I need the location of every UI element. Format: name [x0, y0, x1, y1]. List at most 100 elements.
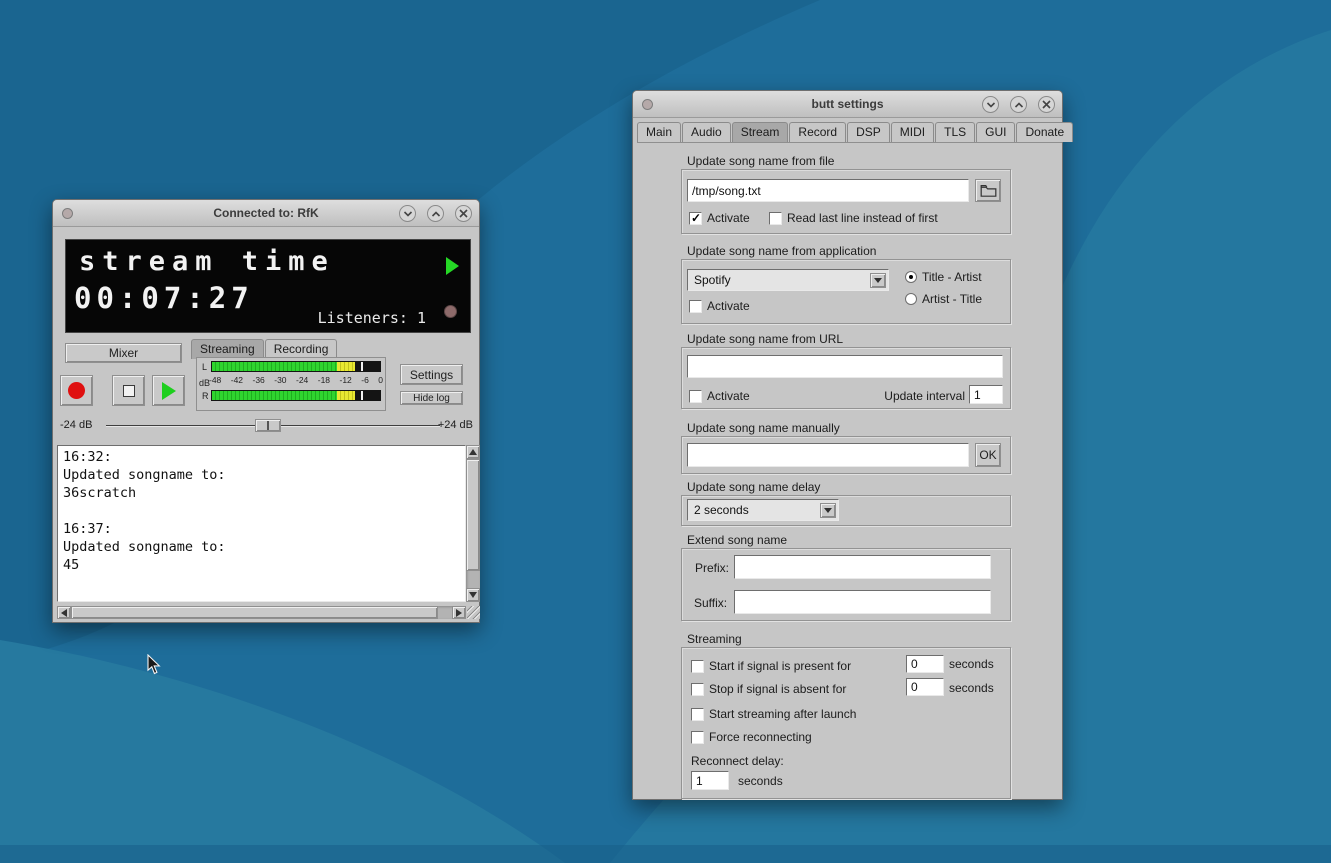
suffix-input[interactable]	[734, 590, 991, 614]
delay-select-dropdown[interactable]: 2 seconds	[687, 499, 839, 521]
settings-button[interactable]: Settings	[400, 364, 463, 385]
scroll-left-button[interactable]	[57, 606, 71, 619]
lcd-display: stream time 00:07:27 Listeners: 1	[65, 239, 471, 333]
triangle-left-icon	[61, 609, 67, 617]
group-streaming: Streaming Start if signal is present for…	[681, 647, 1011, 799]
tab-label: Stream	[741, 125, 780, 139]
play-icon	[162, 382, 176, 400]
chevron-down-icon	[403, 210, 413, 218]
tab-stream[interactable]: Stream	[732, 122, 789, 142]
resize-grip[interactable]	[467, 606, 480, 619]
close-button[interactable]	[1038, 96, 1055, 113]
tab-label: GUI	[985, 125, 1006, 139]
tab-recording[interactable]: Recording	[265, 339, 338, 359]
tab-streaming[interactable]: Streaming	[191, 339, 264, 359]
tab-main[interactable]: Main	[637, 122, 681, 142]
mixer-button[interactable]: Mixer	[65, 343, 182, 363]
manual-ok-button[interactable]: OK	[975, 443, 1001, 467]
app-select-dropdown[interactable]: Spotify	[687, 269, 889, 291]
tab-audio[interactable]: Audio	[682, 122, 731, 142]
read-last-line-checkbox[interactable]: Read last line instead of first	[769, 211, 938, 225]
shade-button[interactable]	[982, 96, 999, 113]
stop-button[interactable]	[112, 375, 145, 406]
vu-tick: -12	[340, 375, 352, 385]
force-reconnect-checkbox[interactable]: Force reconnecting	[691, 730, 812, 744]
scroll-up-button[interactable]	[466, 445, 480, 459]
reconnect-delay-input[interactable]	[691, 771, 729, 790]
update-interval-label: Update interval	[884, 389, 965, 403]
meter-peak-marker	[361, 391, 363, 400]
mixer-button-label: Mixer	[109, 346, 138, 360]
meter-tabbar: Streaming Recording	[191, 339, 338, 359]
hscroll-thumb[interactable]	[71, 606, 438, 619]
start-signal-seconds-input[interactable]	[906, 655, 944, 673]
start-after-launch-checkbox[interactable]: Start streaming after launch	[691, 707, 856, 721]
stop-signal-checkbox[interactable]: Stop if signal is absent for	[691, 682, 846, 696]
song-file-path-input[interactable]	[687, 179, 969, 202]
vu-tick: -30	[274, 375, 286, 385]
group-label: Update song name manually	[687, 421, 840, 435]
gain-min-label: -24 dB	[60, 419, 92, 431]
tab-label: DSP	[856, 125, 881, 139]
settings-window: butt settings Main Audio Stream Record D…	[632, 90, 1063, 800]
tab-label: Record	[798, 125, 837, 139]
title-artist-radio[interactable]: Title - Artist	[905, 270, 982, 284]
app-activate-checkbox[interactable]: Activate	[689, 299, 750, 313]
checkbox-label: Force reconnecting	[709, 730, 812, 744]
group-song-from-file: Update song name from file Activate Read…	[681, 169, 1011, 234]
radio-icon	[905, 293, 917, 305]
shade-button[interactable]	[399, 205, 416, 222]
listeners-count: Listeners: 1	[318, 309, 426, 327]
artist-title-radio[interactable]: Artist - Title	[905, 292, 982, 306]
dropdown-selected-value: Spotify	[694, 273, 731, 287]
prefix-input[interactable]	[734, 555, 991, 579]
checkbox-label: Start streaming after launch	[709, 707, 856, 721]
group-song-manual: Update song name manually OK	[681, 436, 1011, 474]
tab-label: MIDI	[900, 125, 925, 139]
song-url-input[interactable]	[687, 355, 1003, 378]
browse-file-button[interactable]	[975, 179, 1001, 202]
checkbox-label: Activate	[707, 389, 750, 403]
update-interval-input[interactable]	[969, 385, 1003, 404]
vu-meter-panel: L dB -48 -42 -36 -30 -24 -18 -12 -6 0 R	[196, 357, 386, 411]
checkbox-icon	[691, 660, 704, 673]
window-menu-icon[interactable]	[642, 99, 653, 110]
log-vscrollbar[interactable]	[466, 445, 480, 602]
manual-song-input[interactable]	[687, 443, 969, 467]
main-titlebar[interactable]: Connected to: RfK	[53, 200, 479, 227]
checkbox-label: Read last line instead of first	[787, 211, 938, 225]
chevron-up-icon	[1014, 101, 1024, 109]
folder-icon	[980, 184, 997, 197]
tab-tls[interactable]: TLS	[935, 122, 975, 142]
record-button[interactable]	[60, 375, 93, 406]
log-hscrollbar[interactable]	[57, 606, 466, 619]
scroll-down-button[interactable]	[466, 588, 480, 602]
close-button[interactable]	[455, 205, 472, 222]
group-label: Update song name from file	[687, 154, 834, 168]
hide-log-button[interactable]: Hide log	[400, 391, 463, 405]
meter-peak-marker	[361, 362, 363, 371]
tab-dsp[interactable]: DSP	[847, 122, 890, 142]
file-activate-checkbox[interactable]: Activate	[689, 211, 750, 225]
gain-slider-handle[interactable]	[255, 419, 281, 432]
window-menu-icon[interactable]	[62, 208, 73, 219]
start-signal-checkbox[interactable]: Start if signal is present for	[691, 659, 851, 673]
maximize-button[interactable]	[1010, 96, 1027, 113]
maximize-button[interactable]	[427, 205, 444, 222]
vu-tick: -6	[361, 375, 369, 385]
scroll-right-button[interactable]	[452, 606, 466, 619]
play-button[interactable]	[152, 375, 185, 406]
tab-record[interactable]: Record	[789, 122, 846, 142]
stop-signal-seconds-input[interactable]	[906, 678, 944, 696]
tab-donate[interactable]: Donate	[1016, 122, 1073, 142]
url-activate-checkbox[interactable]: Activate	[689, 389, 750, 403]
settings-titlebar[interactable]: butt settings	[633, 91, 1062, 118]
dropdown-arrow-button	[820, 503, 836, 518]
tab-gui[interactable]: GUI	[976, 122, 1015, 142]
checkbox-icon	[691, 683, 704, 696]
tab-midi[interactable]: MIDI	[891, 122, 934, 142]
group-extend-song: Extend song name Prefix: Suffix:	[681, 548, 1011, 621]
vscroll-thumb[interactable]	[466, 459, 480, 571]
log-output[interactable]: 16:32: Updated songname to: 36scratch 16…	[57, 445, 466, 602]
triangle-down-icon	[874, 278, 882, 283]
